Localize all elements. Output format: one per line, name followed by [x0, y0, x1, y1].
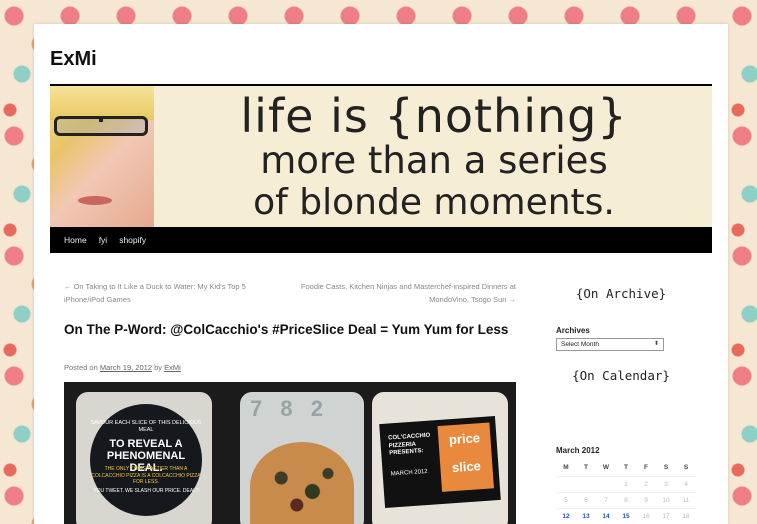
calendar-day: 11 [676, 492, 696, 509]
promo-top-text: SAVOUR EACH SLICE OF THIS DELICIOUS MEAL [90, 420, 202, 433]
next-post-link[interactable]: Foodie Casts, Kitchen Ninjas and Masterc… [296, 280, 516, 306]
calendar-week-row: 1234 [556, 476, 696, 493]
promo-card-priceslice: COL'CACCHIO PIZZERIA PRESENTS: MARCH 201… [372, 392, 508, 524]
calendar-weekday-row: MTWTFSS [556, 460, 696, 477]
priceslice-word-slice: slice [451, 458, 482, 476]
promo-bottom-text: YOU TWEET. WE SLASH OUR PRICE. DEAL? [93, 488, 199, 494]
tagline-line-3: of blonde moments. [253, 182, 615, 223]
priceslice-label: COL'CACCHIO PIZZERIA PRESENTS: MARCH 201… [379, 416, 501, 508]
calendar-day: 6 [576, 492, 596, 509]
by-label: by [154, 363, 163, 372]
post-meta: Posted on March 19, 2012 by ExMi [64, 363, 181, 372]
glasses-icon [54, 116, 148, 136]
calendar-day[interactable]: 13 [576, 508, 596, 524]
calendar-weekday: S [676, 460, 696, 477]
calendar-weekday: M [556, 460, 576, 477]
calendar-week-row: 12 13 14 15 16 17 18 [556, 508, 696, 524]
promo-card-pizza: 7 8 2 [240, 392, 364, 524]
calendar-empty-cell [556, 476, 576, 493]
posted-on-label: Posted on [64, 363, 98, 372]
calendar-day: 5 [556, 492, 576, 509]
post-image: SAVOUR EACH SLICE OF THIS DELICIOUS MEAL… [64, 382, 516, 524]
page-container: ExMi life is {nothing} more than a serie… [34, 24, 728, 524]
archives-label: Archives [556, 326, 590, 335]
calendar-week-row: 5 6 7 8 9 10 11 [556, 492, 696, 509]
priceslice-date: MARCH 2012 [390, 468, 428, 478]
nav-home[interactable]: Home [64, 235, 87, 245]
calendar-weekday: F [636, 460, 656, 477]
calendar-day: 1 [616, 476, 636, 493]
calendar-body: 1234567891011121314151617181920212223242… [556, 476, 696, 524]
nav-shopify[interactable]: shopify [119, 235, 146, 245]
calendar-caption: March 2012 [556, 446, 600, 455]
calendar-weekday: T [616, 460, 636, 477]
site-title[interactable]: ExMi [50, 48, 97, 71]
nav-fyi[interactable]: fyi [99, 235, 108, 245]
promo-subtext: THE ONLY THING TASTIER THAN A COLCACCHIO… [91, 466, 201, 485]
calendar-day: 4 [676, 476, 696, 493]
calendar-day: 8 [616, 492, 636, 509]
calendar-weekday: S [656, 460, 676, 477]
priceslice-word-price: price [448, 430, 481, 448]
pizza-photo [250, 442, 354, 524]
promo-disc: SAVOUR EACH SLICE OF THIS DELICIOUS MEAL… [90, 404, 202, 516]
previous-post-link[interactable]: ← On Taking to It Like a Duck to Water: … [64, 280, 274, 306]
archive-widget-heading: {On Archive} [575, 286, 667, 301]
archive-select-value: Select Month [561, 341, 599, 348]
promo-card-deal: SAVOUR EACH SLICE OF THIS DELICIOUS MEAL… [76, 392, 212, 524]
calendar-day: 9 [636, 492, 656, 509]
hair [50, 86, 154, 120]
post-navigation: ← On Taking to It Like a Duck to Water: … [64, 280, 516, 310]
calendar-day[interactable]: 15 [616, 508, 636, 524]
archive-month-select[interactable]: Select Month ⬍ [556, 338, 664, 351]
portrait-photo [50, 86, 154, 227]
calendar-day[interactable]: 12 [556, 508, 576, 524]
calendar-empty-cell [596, 476, 616, 493]
chevron-down-icon: ⬍ [653, 341, 659, 347]
calendar-empty-cell [576, 476, 596, 493]
main-nav: Home fyi shopify [50, 227, 712, 253]
tagline-line-1: life is {nothing} [240, 89, 628, 143]
calendar-day[interactable]: 14 [596, 508, 616, 524]
banner-tagline: life is {nothing} more than a series of … [156, 86, 712, 227]
calendar-widget-heading: {On Calendar} [572, 368, 670, 383]
tagline-line-2: more than a series [260, 139, 608, 182]
priceslice-logo: price slice [437, 422, 494, 492]
calendar-day: 2 [636, 476, 656, 493]
calendar-day: 17 [656, 508, 676, 524]
post-title[interactable]: On The P-Word: @ColCacchio's #PriceSlice… [64, 320, 516, 340]
pizza-box-numbers: 7 8 2 [250, 396, 329, 421]
post-date-link[interactable]: March 19, 2012 [100, 363, 152, 372]
lips [78, 196, 112, 205]
calendar-day: 3 [656, 476, 676, 493]
calendar-table: MTWTFSS 12345678910111213141516171819202… [556, 460, 696, 524]
calendar-day: 18 [676, 508, 696, 524]
header-banner[interactable]: life is {nothing} more than a series of … [50, 86, 712, 227]
calendar-day: 16 [636, 508, 656, 524]
calendar-weekday: W [596, 460, 616, 477]
priceslice-brand: COL'CACCHIO PIZZERIA PRESENTS: [388, 432, 431, 457]
author-link[interactable]: ExMi [164, 363, 181, 372]
calendar-weekday: T [576, 460, 596, 477]
calendar-day: 10 [656, 492, 676, 509]
calendar-day: 7 [596, 492, 616, 509]
